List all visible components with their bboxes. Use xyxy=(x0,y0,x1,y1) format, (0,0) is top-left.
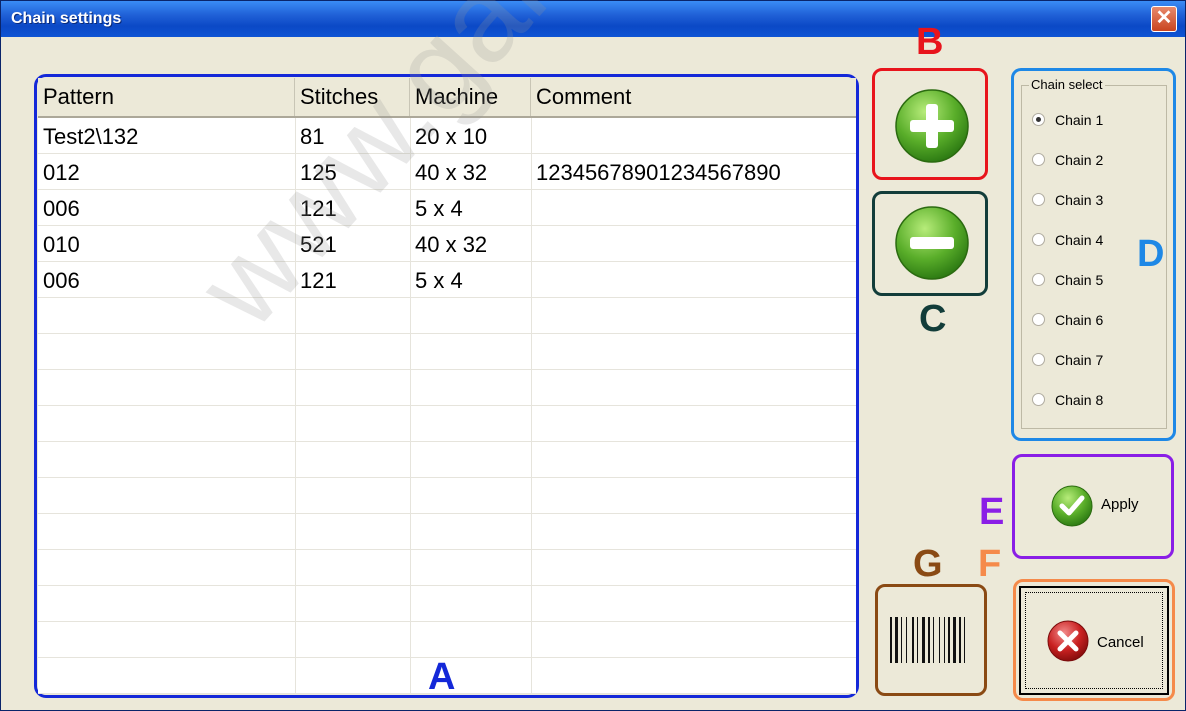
table-row[interactable] xyxy=(38,478,856,514)
table-cell: 010 xyxy=(43,232,80,257)
radio-label: Chain 3 xyxy=(1055,192,1104,208)
plus-icon xyxy=(895,89,969,163)
table-cell xyxy=(531,262,536,298)
table-row[interactable] xyxy=(38,622,856,658)
barcode-icon xyxy=(890,617,965,663)
barcode-button[interactable] xyxy=(881,590,981,690)
column-header-comment[interactable]: Comment xyxy=(531,78,856,116)
callout-d: D xyxy=(1137,233,1165,275)
table-row[interactable] xyxy=(38,514,856,550)
cancel-label: Cancel xyxy=(1097,634,1144,651)
table-cell: 006 xyxy=(43,268,80,293)
radio-label: Chain 6 xyxy=(1055,312,1104,328)
radio-label: Chain 1 xyxy=(1055,112,1104,128)
radio-dot[interactable] xyxy=(1032,153,1045,166)
table-row[interactable] xyxy=(38,550,856,586)
table-cell: 12345678901234567890 xyxy=(536,160,781,185)
callout-g: G xyxy=(913,543,943,585)
table-cell: 40 x 32 xyxy=(415,232,488,257)
callout-c: C xyxy=(919,298,947,340)
radio-label: Chain 8 xyxy=(1055,392,1104,408)
chain-select-label: Chain select xyxy=(1029,77,1105,92)
chain-settings-window: Chain settings ✕ Pattern Stitches Machin… xyxy=(0,0,1186,711)
table-cell: 5 x 4 xyxy=(415,268,463,293)
table-cell: 006 xyxy=(43,196,80,221)
title-bar: Chain settings ✕ xyxy=(1,1,1185,37)
table-row[interactable] xyxy=(38,586,856,622)
pattern-table[interactable]: Pattern Stitches Machine Comment Test2\1… xyxy=(38,78,856,694)
column-header-pattern[interactable]: Pattern xyxy=(38,78,295,116)
radio-label: Chain 7 xyxy=(1055,352,1104,368)
cancel-button[interactable]: Cancel xyxy=(1019,586,1169,695)
callout-a: A xyxy=(428,656,456,698)
remove-button[interactable] xyxy=(878,197,982,290)
radio-dot[interactable] xyxy=(1032,393,1045,406)
table-row[interactable] xyxy=(38,334,856,370)
table-cell: 5 x 4 xyxy=(415,196,463,221)
radio-label: Chain 4 xyxy=(1055,232,1104,248)
table-row[interactable] xyxy=(38,406,856,442)
radio-dot[interactable] xyxy=(1032,273,1045,286)
radio-dot[interactable] xyxy=(1032,113,1045,126)
table-cell xyxy=(531,118,536,154)
apply-button[interactable]: Apply xyxy=(1018,460,1168,553)
close-button[interactable]: ✕ xyxy=(1151,6,1177,32)
checkmark-icon xyxy=(1051,485,1093,527)
table-row[interactable] xyxy=(38,370,856,406)
window-title: Chain settings xyxy=(11,10,122,27)
table-row[interactable] xyxy=(38,442,856,478)
table-cell xyxy=(531,190,536,226)
callout-b: B xyxy=(916,21,944,63)
radio-dot[interactable] xyxy=(1032,313,1045,326)
radio-dot[interactable] xyxy=(1032,353,1045,366)
table-cell xyxy=(531,226,536,262)
cancel-x-icon xyxy=(1047,620,1089,662)
table-row[interactable] xyxy=(38,298,856,334)
table-row[interactable]: 006 121 5 x 4 xyxy=(38,262,856,298)
table-row[interactable]: 006 121 5 x 4 xyxy=(38,190,856,226)
callout-f: F xyxy=(978,543,1002,585)
minus-icon xyxy=(895,206,969,280)
radio-label: Chain 2 xyxy=(1055,152,1104,168)
table-cell: Test2\132 xyxy=(43,124,139,149)
radio-dot[interactable] xyxy=(1032,193,1045,206)
radio-label: Chain 5 xyxy=(1055,272,1104,288)
table-cell: 012 xyxy=(43,160,80,185)
callout-e: E xyxy=(979,491,1005,533)
apply-label: Apply xyxy=(1101,496,1139,513)
table-row[interactable]: 010 521 40 x 32 xyxy=(38,226,856,262)
add-button[interactable] xyxy=(878,74,982,174)
radio-dot[interactable] xyxy=(1032,233,1045,246)
